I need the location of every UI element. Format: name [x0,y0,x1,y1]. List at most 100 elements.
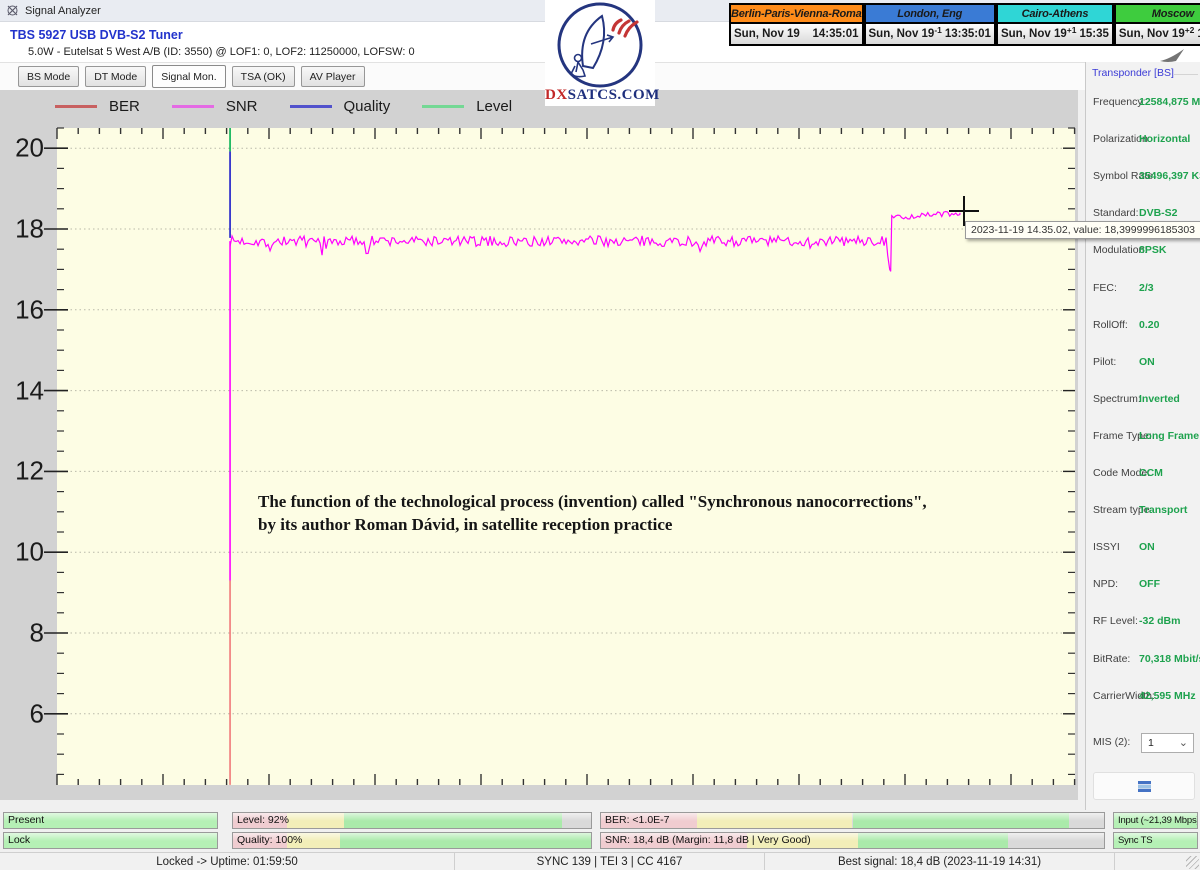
resize-grip[interactable] [1186,856,1199,869]
window-title: Signal Analyzer [25,5,101,17]
signal-row-2: Lock Quality: 100% SNR: 18,4 dB (Margin: 1… [0,832,1200,849]
field-label: NPD: [1093,578,1118,590]
transponder-row-issyi: ISSYI ON [1086,541,1200,555]
clock-time: 13:35:01 [945,28,991,40]
status-section-1: Locked -> Uptime: 01:59:50 [0,853,455,870]
bar-snr: SNR: 18,4 dB (Margin: 11,8 dB | Very Goo… [600,832,1105,849]
satellite-dish-logo-art [545,0,655,88]
transponder-row-polarization: Polarization:Horizontal [1086,133,1200,147]
signal-row-1: Present Level: 92% BER: <1.0E-7 Input (~21,… [0,812,1200,829]
tab-dt-mode[interactable]: DT Mode [85,66,146,87]
clock-city-header: Cairo-Athens [996,3,1114,24]
swoosh-decoration [1157,47,1189,69]
clock-time: 15:35 [1079,28,1108,40]
clock-utc-offset: +1 [1067,25,1077,35]
transponder-row-rolloff: RollOff: 0.20 [1086,319,1200,333]
tab-av-player[interactable]: AV Player [301,66,365,87]
field-value: ON [1139,356,1155,368]
bar-label: Quality: 100% [237,833,302,848]
bar-ber: BER: <1.0E-7 [600,812,1105,829]
status-section-2: SYNC 139 | TEI 3 | CC 4167 [455,853,765,870]
y-axis-label-20: 20 [2,133,44,164]
tab-bs-mode[interactable]: BS Mode [18,66,79,87]
mis-label: MIS (2): [1093,736,1130,748]
field-value: 42,595 MHz [1139,690,1196,702]
field-label: RollOff: [1093,319,1128,331]
flag-label: Present [8,813,44,828]
y-axis-label-18: 18 [2,214,44,245]
clock-utc-offset: -1 [934,25,942,35]
y-axis-label-8: 8 [2,618,44,649]
transponder-row-pilot: Pilot: ON [1086,356,1200,370]
record-list-icon [1137,780,1152,793]
field-label: ISSYI [1093,541,1120,553]
signal-analyzer-window: Signal Analyzer TBS 5927 USB DVB-S2 Tune… [0,0,1200,870]
value-tooltip: 2023-11-19 14.35.02, value: 18,399999618… [965,221,1200,239]
clock-date: Sun, Nov 19 [734,28,809,40]
clock-time-row: Sun, Nov 1914:35:01 [729,24,864,46]
field-value: 2/3 [1139,282,1154,294]
y-axis-label-12: 12 [2,456,44,487]
bar-label: SNR: 18,4 dB (Margin: 11,8 dB | Very Goo… [605,833,811,848]
field-value: CCM [1139,467,1163,479]
transponder-row-modulation: Modulation:8PSK [1086,244,1200,258]
field-value: Transport [1139,504,1187,516]
clock-city-header: Berlin-Paris-Vienna-Roma [729,3,864,24]
tail-sync-ts: Sync TS [1113,832,1198,849]
bar-quality: Quality: 100% [232,832,592,849]
field-label: Standard: [1093,207,1139,219]
field-value: DVB-S2 [1139,207,1178,219]
transponder-row-standard: Standard:DVB-S2 [1086,207,1200,221]
field-value: 0.20 [1139,319,1159,331]
tab-tsa-ok-[interactable]: TSA (OK) [232,66,295,87]
field-value: 12584,875 MHz [1139,96,1200,108]
transponder-row-code-mode: Code Mode:CCM [1086,467,1200,481]
world-clocks: Berlin-Paris-Vienna-RomaSun, Nov 1914:35… [729,3,1199,48]
bar-label: BER: <1.0E-7 [605,813,670,828]
tail-input-21-39-mbps-: Input (~21,39 Mbps) [1113,812,1198,829]
status-section-3: Best signal: 18,4 dB (2023-11-19 14:31) [765,853,1115,870]
field-label: Pilot: [1093,356,1116,368]
crosshair-cursor [949,210,979,213]
transponder-row-symbol-rate: Symbol Rate:35496,397 KS/s [1086,170,1200,184]
bar-label: Level: 92% [237,813,289,828]
flag-present: Present [3,812,218,829]
clock-city-header: London, Eng [864,3,996,24]
clock-date: Sun, Nov 19 [1119,28,1185,40]
dxsatcs-logo: DXSATCS.COM [545,0,655,106]
transponder-row-bitrate: BitRate:70,318 Mbit/s [1086,653,1200,667]
field-value: ON [1139,541,1155,553]
field-value: Inverted [1139,393,1180,405]
transponder-row-fec: FEC:2/3 [1086,282,1200,296]
y-axis-label-16: 16 [2,294,44,325]
chevron-down-icon: ⌄ [1179,736,1188,749]
dxsatcs-wordmark: DXSATCS.COM [545,87,655,104]
clock-time-row: Sun, Nov 19-113:35:01 [864,24,996,46]
field-value: Horizontal [1139,133,1190,145]
clock-city-header: Moscow [1114,3,1200,24]
transponder-row-frequency: Frequency:12584,875 MHz [1086,96,1200,110]
field-value: OFF [1139,578,1160,590]
bar-gloss [4,833,217,841]
flag-lock: Lock [3,832,218,849]
tab-signal-mon-[interactable]: Signal Mon. [152,65,225,88]
clock-time: 14:35:01 [812,28,858,40]
transponder-row-carrierwidth: CarrierWidth:42,595 MHz [1086,690,1200,704]
mis-select[interactable]: 1 ⌄ [1141,733,1194,753]
signal-monitor-chart: BERSNRQualityLevel 68101214161820 The fu… [0,90,1078,800]
field-value: 70,318 Mbit/s [1139,653,1200,665]
stream-save-button[interactable] [1093,772,1195,800]
tail-label: Input (~21,39 Mbps) [1118,813,1198,828]
transponder-row-stream-type: Stream type:Transport [1086,504,1200,518]
transponder-row-frame-type: Frame Type:Long Frame [1086,430,1200,444]
tuner-details: 5.0W - Eutelsat 5 West A/B (ID: 3550) @ … [28,46,415,58]
transponder-row-rf-level: RF Level:-32 dBm [1086,615,1200,629]
clock-london-eng: London, EngSun, Nov 19-113:35:01 [864,3,996,48]
status-bar: Locked -> Uptime: 01:59:50SYNC 139 | TEI… [0,852,1200,870]
y-axis-label-10: 10 [2,537,44,568]
tail-label: Sync TS [1118,833,1152,848]
mode-tabs: BS Mode DT Mode Signal Mon. TSA (OK) AV Play… [0,62,1085,90]
transponder-row-spectrum: Spectrum:Inverted [1086,393,1200,407]
clock-cairo-athens: Cairo-AthensSun, Nov 19+115:35 [996,3,1114,48]
app-icon [6,4,19,17]
